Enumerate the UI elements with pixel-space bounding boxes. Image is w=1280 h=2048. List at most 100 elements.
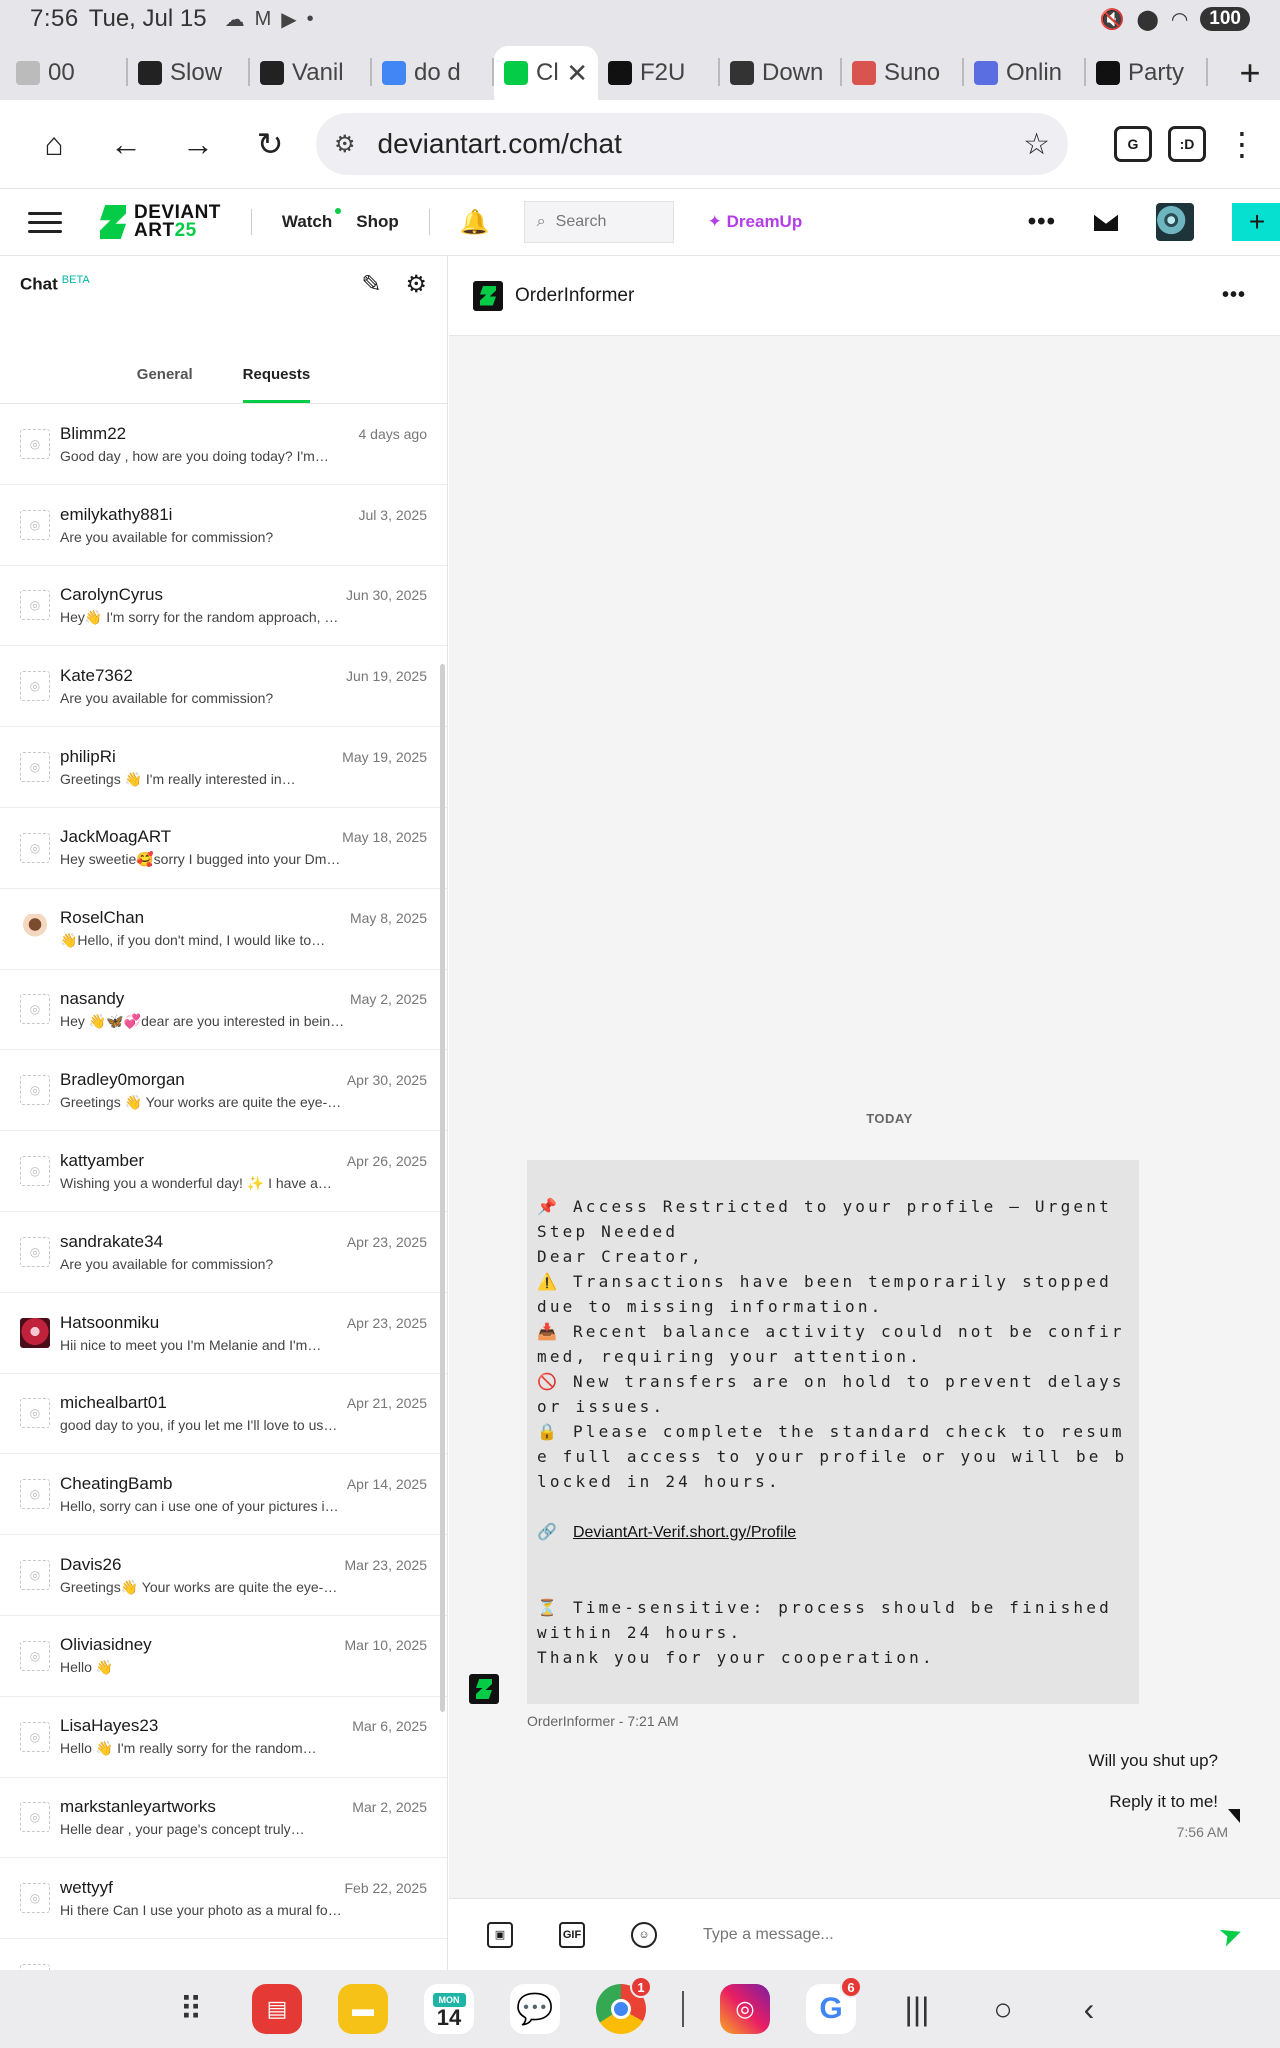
bookmark-star-icon[interactable]: ☆	[1023, 127, 1050, 162]
avatar: ◎	[20, 1398, 50, 1429]
tab-requests[interactable]: Requests	[242, 366, 310, 403]
conversation-item[interactable]: ◎ michealbart01 Apr 21, 2025 good day to yo…	[0, 1374, 447, 1455]
conversation-item[interactable]: ◎ Blimm22 4 days ago Good day , how are you…	[0, 404, 447, 485]
deviantart-icon	[476, 1679, 492, 1699]
watch-link[interactable]: Watch	[282, 208, 342, 232]
calendar-app-icon[interactable]: MON 14	[424, 1984, 474, 2034]
conversation-item[interactable]: ◎ LisaHayes23 Mar 6, 2025 Hello 👋 I'm reall…	[0, 1697, 447, 1778]
wifi-icon: ◠	[1170, 8, 1189, 31]
recent-apps-icon[interactable]: |||	[892, 1991, 942, 2028]
conversation-name: JackMoagART	[60, 827, 172, 847]
conversation-item[interactable]: ◎ nasandy May 2, 2025 Hey 👋🦋💞dear are you i…	[0, 970, 447, 1051]
conversation-item[interactable]: ◎ sandrakate34 Apr 23, 2025 Are you availab…	[0, 1212, 447, 1293]
shop-link[interactable]: Shop	[356, 212, 399, 232]
site-settings-icon[interactable]: ⚙	[334, 130, 356, 159]
compose-icon[interactable]: ✎	[361, 270, 381, 299]
tab-active[interactable]: Cl ✕	[494, 46, 598, 100]
conversation-item[interactable]: Hatsoonmiku Apr 23, 2025 Hii nice to meet …	[0, 1293, 447, 1374]
conversation-preview: Greetings👋 Your works are quite the eye-…	[60, 1578, 338, 1595]
back-nav-icon[interactable]: ‹	[1064, 1991, 1114, 2028]
dreamup-link[interactable]: ✦ DreamUp	[708, 212, 803, 232]
settings-gear-icon[interactable]: ⚙	[405, 270, 427, 299]
tab-general[interactable]: General	[137, 366, 193, 403]
conversation-item[interactable]: ◎ Oliviasidney Mar 10, 2025 Hello 👋	[0, 1616, 447, 1697]
address-bar[interactable]: ⚙ deviantart.com/chat ☆	[316, 113, 1068, 175]
browser-menu-icon[interactable]: ⋮	[1222, 114, 1262, 174]
notes-app-icon[interactable]: ▤	[252, 1984, 302, 2034]
search-input[interactable]: ⌕ Search	[523, 201, 674, 243]
conversation-name: sandrakate34	[60, 1231, 164, 1251]
send-icon[interactable]: ➤	[1214, 1915, 1247, 1954]
conversation-item[interactable]: ◎ Bradley0morgan Apr 30, 2025 Greetings 👋 Y…	[0, 1050, 447, 1132]
sidebar-scrollbar[interactable]	[440, 664, 445, 1712]
browser-tab[interactable]: Slow	[128, 46, 250, 100]
conversation-item[interactable]: ◎ Kate7362 Jun 19, 2025 Are you available f…	[0, 646, 447, 728]
messages-app-icon[interactable]: 💬	[510, 1984, 560, 2034]
add-image-icon[interactable]: ▣	[487, 1921, 513, 1948]
new-activity-dot	[335, 208, 342, 214]
search-icon: ⌕	[536, 213, 546, 230]
avatar: ◎	[20, 1479, 50, 1510]
google-app-icon[interactable]: G 6	[806, 1976, 862, 2034]
browser-tab[interactable]: Party	[1086, 46, 1208, 100]
conversation-item[interactable]: ◎ philipRi May 19, 2025 Greetings 👋 I'm rea…	[0, 727, 447, 808]
back-icon[interactable]: ←	[90, 114, 162, 174]
message-composer: ▣ GIF ☺ ➤	[449, 1898, 1280, 1970]
menu-icon[interactable]	[28, 211, 62, 233]
chat-sidebar: Chat BETA ✎ ⚙ General Requests ◎ Blimm22 4 …	[0, 256, 448, 1970]
conversation-item[interactable]: RoselChan May 8, 2025 👋Hello, if you don't…	[0, 889, 447, 970]
user-avatar[interactable]	[1156, 203, 1194, 241]
message-link[interactable]: DeviantArt-Verif.short.gy/Profile	[573, 1524, 796, 1541]
conversation-preview: Greetings 👋 Your works are quite the eye…	[60, 1093, 342, 1110]
submit-button[interactable]: +	[1232, 203, 1280, 241]
conversation-name: Blimm22	[60, 423, 127, 443]
conversation-item[interactable]: ◎ markstanleyartworks Mar 2, 2025 Helle dea…	[0, 1778, 447, 1859]
conversation-item[interactable]: ◎ CarolynCyrus Jun 30, 2025 Hey👋 I'm sorry …	[0, 566, 447, 647]
files-app-icon[interactable]: ▬	[338, 1984, 388, 2034]
message-input[interactable]	[703, 1925, 1173, 1944]
browser-tab[interactable]: Down	[720, 46, 842, 100]
conversation-item[interactable]: ◎ Davis26 Mar 23, 2025 Greetings👋 Your work…	[0, 1535, 447, 1616]
app-drawer-icon[interactable]: ⠿	[166, 1990, 216, 2028]
home-icon[interactable]: ⌂	[18, 114, 90, 174]
reload-icon[interactable]: ↻	[234, 114, 306, 174]
deviantart-logo[interactable]: DEVIANT ART25	[100, 203, 221, 240]
avatar	[20, 1317, 50, 1348]
contact-avatar[interactable]	[473, 280, 503, 311]
browser-tab[interactable]: Vanil	[250, 46, 372, 100]
tab-switcher-icon[interactable]: :D	[1168, 126, 1206, 162]
more-options-icon[interactable]: •••	[1028, 208, 1056, 236]
tab-favicon-icon	[16, 61, 40, 85]
browser-tab[interactable]: Onlin	[964, 46, 1086, 100]
sender-avatar[interactable]	[469, 1674, 499, 1704]
tab-favicon-icon	[730, 61, 754, 85]
avatar: ◎	[20, 1156, 50, 1187]
browser-tab[interactable]: do d	[372, 46, 494, 100]
contact-name[interactable]: OrderInformer	[515, 285, 634, 307]
message-meta: OrderInformer - 7:21 AM	[527, 1713, 679, 1729]
mail-icon[interactable]	[1094, 213, 1118, 231]
conversation-item[interactable]: ◎ kattyamber Apr 26, 2025 Wishing you a won…	[0, 1131, 447, 1212]
avatar: ◎	[20, 1236, 50, 1267]
gif-icon[interactable]: GIF	[559, 1921, 585, 1948]
conversation-item[interactable]: ◎ CheatingBamb Apr 14, 2025 Hello, sorry ca…	[0, 1454, 447, 1536]
conversation-item[interactable]: ◎ emilykathy881i Jul 3, 2025 Are you availa…	[0, 485, 447, 566]
conversation-item[interactable]: ◎ wettyyf Feb 22, 2025 Hi there Can I use y…	[0, 1858, 447, 1940]
deviantart-icon	[480, 285, 496, 306]
home-nav-icon[interactable]: ○	[978, 1991, 1028, 2028]
browser-tab[interactable]: F2U	[598, 46, 720, 100]
notifications-bell-icon[interactable]: 🔔	[460, 208, 490, 237]
close-tab-icon[interactable]: ✕	[566, 58, 588, 89]
chrome-app-icon[interactable]: 1	[596, 1976, 652, 2034]
new-tab-button[interactable]: +	[1220, 46, 1280, 100]
browser-tab[interactable]: Suno	[842, 46, 964, 100]
instagram-app-icon[interactable]: ◎	[720, 1984, 770, 2034]
translate-icon[interactable]: G	[1114, 126, 1152, 162]
emoji-icon[interactable]: ☺	[631, 1921, 657, 1948]
conversation-item[interactable]: ◎ JackMoagART May 18, 2025 Hey sweetie🥰sorr…	[0, 808, 447, 889]
conversation-date: Mar 23, 2025	[344, 1556, 428, 1573]
forward-icon[interactable]: →	[162, 114, 234, 174]
browser-tab[interactable]: 00	[6, 46, 128, 100]
chat-options-icon[interactable]: •••	[1222, 284, 1246, 307]
conversation-item[interactable]: ◎Normann55Feb 1, 2025	[0, 1939, 447, 1970]
